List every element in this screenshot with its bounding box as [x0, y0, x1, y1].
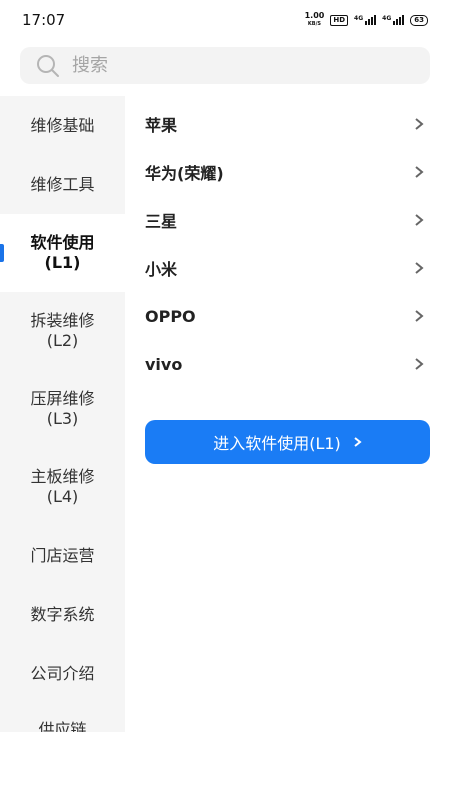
active-indicator — [0, 244, 4, 262]
brand-label: 苹果 — [145, 116, 178, 135]
enter-category-button[interactable]: 进入软件使用(L1) — [145, 420, 430, 464]
battery-icon: 63 — [410, 14, 428, 26]
hd-icon: HD — [330, 14, 349, 26]
sidebar-item-disassembly-repair[interactable]: 拆装维修 (L2) — [0, 292, 125, 370]
brand-item-huawei[interactable]: 华为(荣耀) — [145, 148, 430, 196]
sidebar-item-software-use[interactable]: 软件使用 (L1) — [0, 214, 125, 292]
chevron-right-icon — [354, 437, 362, 447]
sidebar-item-label: 供应链 — [38, 720, 87, 732]
status-time: 17:07 — [22, 11, 66, 29]
chevron-right-icon — [415, 310, 424, 322]
sidebar-item-sub: (L4) — [46, 487, 79, 506]
sidebar-item-sub: (L1) — [44, 253, 81, 272]
sidebar-item-label: 数字系统 — [30, 604, 95, 624]
sidebar-item-label: 主板维修 — [30, 467, 95, 486]
brand-label: 小米 — [145, 260, 178, 279]
sidebar-item-sub: (L3) — [46, 409, 79, 428]
chevron-right-icon — [415, 262, 424, 274]
sidebar-item-store-operations[interactable]: 门店运营 — [0, 526, 125, 585]
brand-item-apple[interactable]: 苹果 — [145, 100, 430, 148]
status-icons: 1.00 KB/S HD 4G 4G 63 — [305, 12, 428, 28]
brand-item-vivo[interactable]: vivo — [145, 340, 430, 388]
sidebar-item-label: 压屏维修 — [30, 389, 95, 408]
chevron-right-icon — [415, 214, 424, 226]
sidebar-item-company-intro[interactable]: 公司介绍 — [0, 644, 125, 703]
search-icon — [37, 54, 59, 77]
network-speed-unit: KB/S — [307, 21, 322, 27]
sidebar-item-sub: (L2) — [46, 331, 79, 350]
brand-label: 华为(荣耀) — [145, 164, 224, 183]
sidebar-item-supply-chain[interactable]: 供应链 — [0, 710, 125, 732]
network-speed: 1.00 KB/S — [305, 12, 325, 28]
network-speed-value: 1.00 — [304, 11, 325, 20]
sidebar-item-label: 门店运营 — [30, 545, 95, 565]
sidebar-item-repair-basics[interactable]: 维修基础 — [0, 96, 125, 155]
search-bar[interactable] — [20, 47, 430, 84]
category-sidebar: 维修基础 维修工具 软件使用 (L1) 拆装维修 (L2) 压屏维修 (L3) … — [0, 96, 125, 732]
sidebar-item-label: 维修基础 — [30, 115, 95, 135]
chevron-right-icon — [415, 166, 424, 178]
brand-list: 苹果 华为(荣耀) 三星 小米 OPPO vivo — [145, 100, 430, 388]
sidebar-item-digital-system[interactable]: 数字系统 — [0, 585, 125, 644]
status-bar: 17:07 1.00 KB/S HD 4G 4G 63 — [0, 0, 450, 40]
sidebar-item-label: 软件使用 — [30, 233, 95, 252]
sidebar-item-repair-tools[interactable]: 维修工具 — [0, 155, 125, 214]
sidebar-item-label: 维修工具 — [30, 174, 95, 194]
search-input[interactable] — [70, 54, 374, 77]
sidebar-item-label: 拆装维修 — [30, 311, 95, 330]
brand-item-samsung[interactable]: 三星 — [145, 196, 430, 244]
signal-icon-1: 4G — [354, 15, 377, 25]
sidebar-item-label: 公司介绍 — [30, 663, 95, 683]
network-type-2: 4G — [382, 15, 392, 22]
chevron-right-icon — [415, 358, 424, 370]
brand-label: 三星 — [145, 212, 178, 231]
sidebar-item-screen-press-repair[interactable]: 压屏维修 (L3) — [0, 370, 125, 448]
sidebar-item-motherboard-repair[interactable]: 主板维修 (L4) — [0, 448, 125, 526]
network-type-1: 4G — [354, 15, 364, 22]
enter-button-label: 进入软件使用(L1) — [213, 434, 341, 453]
brand-label: OPPO — [145, 306, 196, 326]
chevron-right-icon — [415, 118, 424, 130]
brand-label: vivo — [145, 354, 183, 374]
brand-item-xiaomi[interactable]: 小米 — [145, 244, 430, 292]
brand-item-oppo[interactable]: OPPO — [145, 292, 430, 340]
signal-icon-2: 4G — [382, 15, 405, 25]
